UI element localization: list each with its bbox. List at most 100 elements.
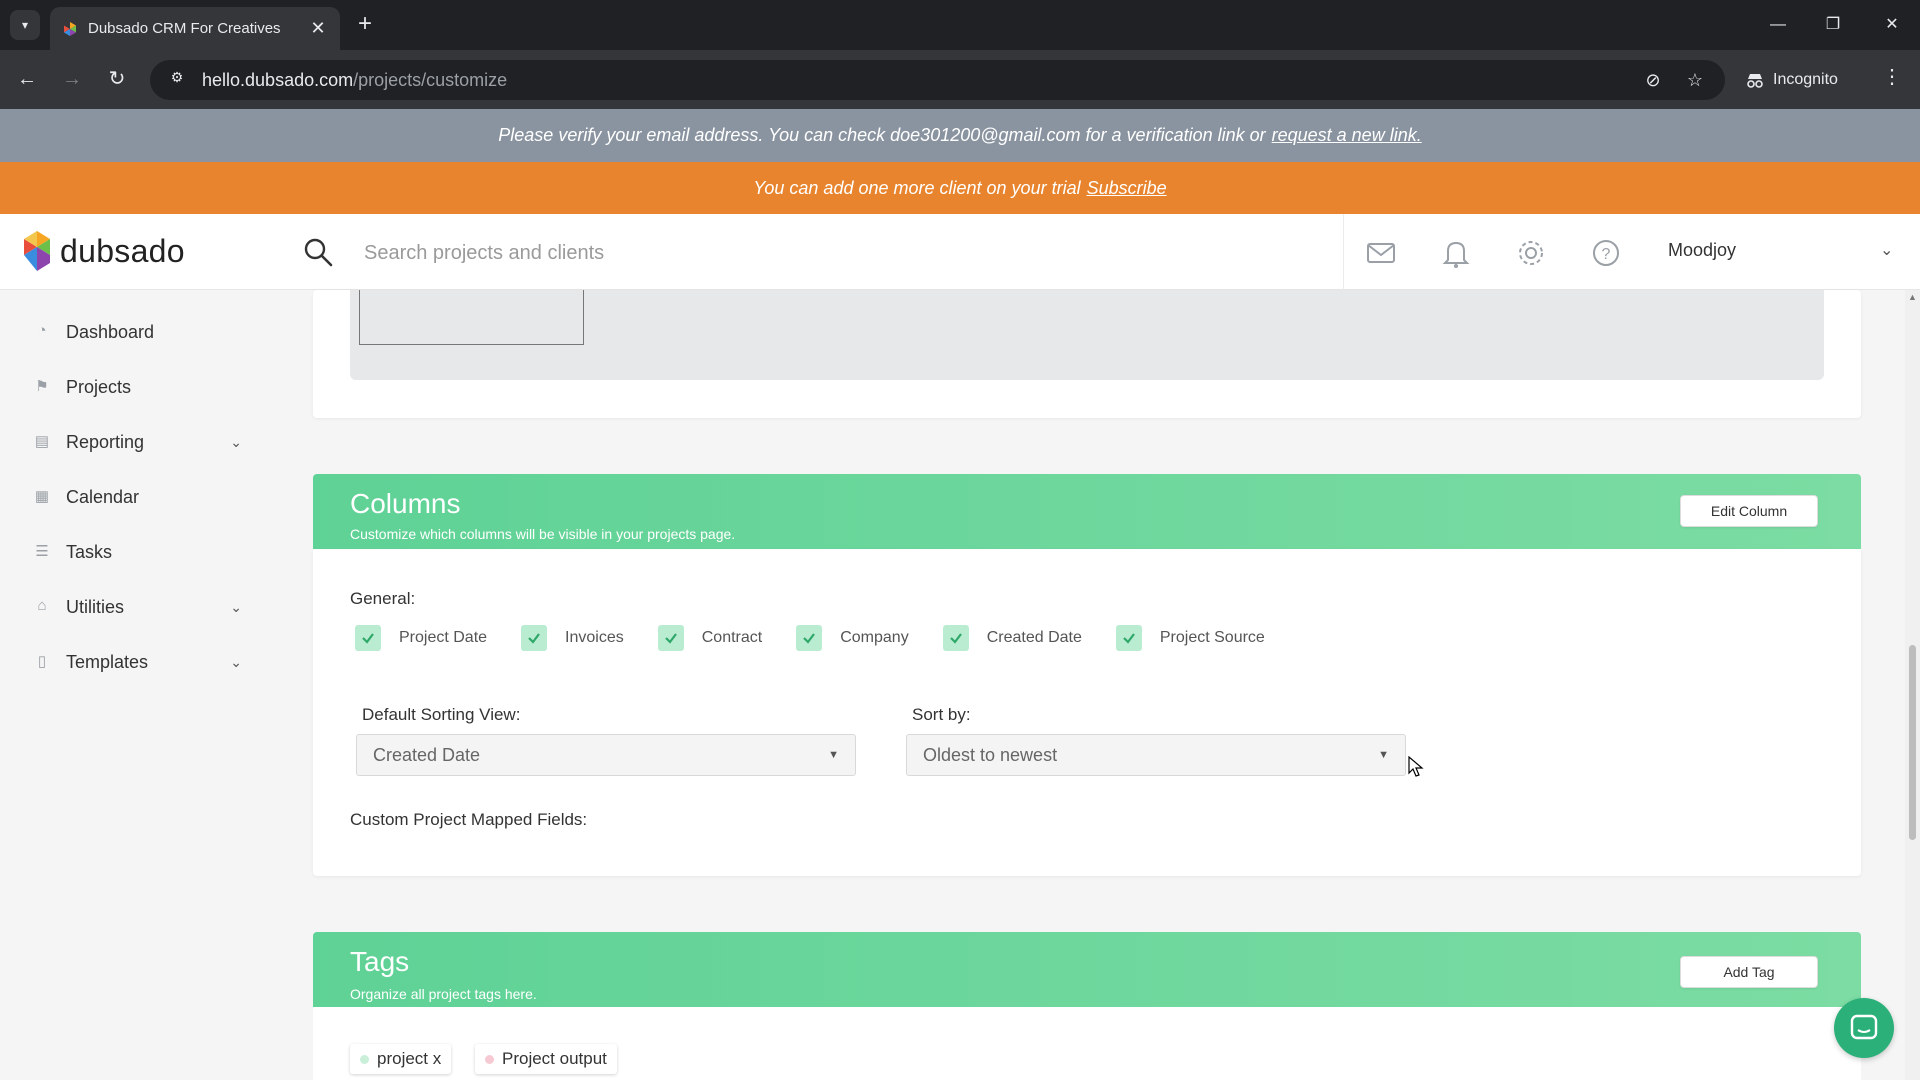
- reload-icon[interactable]: ↻: [100, 62, 134, 96]
- check-icon[interactable]: [355, 625, 381, 651]
- columns-title: Columns: [350, 488, 461, 519]
- tab-title: Dubsado CRM For Creatives: [88, 20, 281, 37]
- default-sorting-value: Created Date: [373, 744, 481, 765]
- request-new-link[interactable]: request a new link.: [1272, 125, 1422, 146]
- sidebar-item-label: Utilities: [66, 596, 125, 617]
- trial-banner: You can add one more client on your tria…: [0, 162, 1920, 214]
- add-tag-button[interactable]: Add Tag: [1680, 956, 1818, 988]
- sidebar-item-label: Calendar: [66, 486, 140, 507]
- tags-subtitle: Organize all project tags here.: [350, 986, 537, 1002]
- logo-text: dubsado: [60, 232, 185, 269]
- tags-title: Tags: [350, 946, 410, 977]
- tag-color-dot: [360, 1054, 369, 1064]
- chat-launcher-button[interactable]: [1834, 998, 1894, 1058]
- new-tab-button[interactable]: +: [352, 12, 378, 38]
- checkbox-project-date[interactable]: Project Date: [355, 625, 487, 651]
- checkbox-label: Company: [840, 629, 909, 646]
- reporting-icon: ▤: [34, 433, 50, 450]
- tasks-icon: ☰: [35, 543, 49, 560]
- sidebar-item-templates[interactable]: ▯ Templates ⌄: [0, 640, 290, 684]
- check-icon[interactable]: [521, 625, 548, 651]
- column-checkbox-row: Project Date Invoices Contract Company C…: [355, 624, 1299, 652]
- dubsado-favicon-icon: [64, 21, 76, 36]
- checkbox-company[interactable]: Company: [796, 625, 909, 651]
- sort-by-value: Oldest to newest: [923, 744, 1058, 765]
- dubsado-logo-icon: [24, 231, 50, 271]
- general-label: General:: [350, 589, 416, 608]
- dashboard-icon: ◔: [37, 322, 47, 339]
- sidebar-item-tasks[interactable]: ☰ Tasks: [0, 530, 290, 574]
- trial-text: You can add one more client on your tria…: [753, 177, 1081, 198]
- gear-icon[interactable]: [1514, 236, 1548, 270]
- sidebar-item-label: Reporting: [66, 431, 145, 452]
- search-input[interactable]: [364, 236, 1324, 270]
- chrome-menu-icon[interactable]: ⋮: [1880, 64, 1904, 94]
- sidebar-item-calendar[interactable]: ▦ Calendar: [0, 475, 290, 519]
- tab-list-button[interactable]: ▾: [10, 10, 40, 40]
- projects-icon: ⚑: [35, 378, 49, 395]
- window-close-button[interactable]: ✕: [1872, 12, 1912, 38]
- tab-close-icon[interactable]: ✕: [308, 18, 328, 39]
- bookmark-star-icon[interactable]: ☆: [1681, 70, 1709, 91]
- incognito-indicator[interactable]: Incognito: [1745, 62, 1855, 98]
- restore-button[interactable]: ❐: [1813, 12, 1853, 38]
- sidebar-item-projects[interactable]: ⚑ Projects: [0, 365, 290, 409]
- mouse-cursor-icon: [1408, 756, 1424, 777]
- user-name[interactable]: Moodjoy: [1668, 240, 1736, 261]
- dubsado-logo[interactable]: dubsado: [22, 227, 185, 275]
- columns-subtitle: Customize which columns will be visible …: [350, 526, 736, 542]
- tag-color-dot: [485, 1054, 494, 1064]
- browser-tab[interactable]: Dubsado CRM For Creatives ✕: [50, 7, 340, 50]
- default-sorting-select[interactable]: Created Date ▼: [356, 734, 856, 776]
- help-icon[interactable]: ?: [1589, 236, 1623, 270]
- forward-icon[interactable]: →: [55, 62, 89, 96]
- checkbox-label: Created Date: [986, 629, 1082, 646]
- address-bar[interactable]: ⚙ hello.dubsado.com/projects/customize ⊘…: [150, 60, 1725, 100]
- back-icon[interactable]: ←: [10, 62, 44, 96]
- sidebar-item-reporting[interactable]: ▤ Reporting ⌄: [0, 420, 290, 464]
- utilities-icon: ⌂: [37, 597, 47, 614]
- subscribe-link[interactable]: Subscribe: [1087, 178, 1167, 199]
- verify-text: Please verify your email address. You ca…: [498, 125, 1266, 145]
- check-icon[interactable]: [942, 625, 969, 651]
- sort-by-label: Sort by:: [912, 705, 971, 724]
- scroll-up-arrow-icon[interactable]: ▲: [1905, 292, 1920, 306]
- custom-fields-label: Custom Project Mapped Fields:: [350, 810, 588, 829]
- site-info-icon[interactable]: ⚙: [166, 69, 188, 91]
- tag-label: Project output: [502, 1049, 607, 1068]
- edit-column-button[interactable]: Edit Column: [1680, 495, 1818, 527]
- checkbox-invoices[interactable]: Invoices: [521, 625, 624, 651]
- tag-label: project x: [377, 1049, 442, 1068]
- checkbox-label: Invoices: [565, 629, 624, 646]
- default-sorting-label: Default Sorting View:: [362, 705, 521, 724]
- tag-chip[interactable]: project x: [350, 1044, 452, 1074]
- sidebar-item-dashboard[interactable]: ◔ Dashboard: [0, 310, 290, 354]
- checkbox-contract[interactable]: Contract: [657, 625, 763, 651]
- chevron-down-icon[interactable]: ⌄: [1880, 240, 1893, 260]
- templates-icon: ▯: [37, 653, 47, 670]
- checkbox-project-source[interactable]: Project Source: [1115, 625, 1265, 651]
- check-icon[interactable]: [796, 625, 823, 651]
- mail-icon[interactable]: [1364, 236, 1398, 270]
- sidebar-item-label: Dashboard: [66, 321, 155, 342]
- chevron-down-icon[interactable]: ⌄: [230, 654, 242, 671]
- caret-down-icon: ▼: [1378, 749, 1389, 761]
- url-text[interactable]: hello.dubsado.com/projects/customize: [202, 70, 1625, 91]
- check-icon[interactable]: [657, 625, 684, 651]
- checkbox-created-date[interactable]: Created Date: [942, 625, 1082, 651]
- scrollbar-thumb[interactable]: [1909, 645, 1916, 840]
- minimize-button[interactable]: —: [1758, 12, 1798, 38]
- search-icon[interactable]: [302, 236, 334, 268]
- eye-off-icon[interactable]: ⊘: [1639, 70, 1667, 91]
- sidebar-item-label: Tasks: [66, 541, 113, 562]
- checkbox-label: Contract: [701, 629, 763, 646]
- checkbox-label: Project Source: [1159, 629, 1265, 646]
- sidebar-item-utilities[interactable]: ⌂ Utilities ⌄: [0, 585, 290, 629]
- check-icon[interactable]: [1115, 625, 1142, 651]
- chevron-down-icon[interactable]: ⌄: [230, 599, 242, 616]
- tag-chip[interactable]: Project output: [475, 1044, 617, 1074]
- bell-icon[interactable]: [1439, 236, 1473, 270]
- sort-by-select[interactable]: Oldest to newest ▼: [906, 734, 1406, 776]
- preview-box: [359, 290, 584, 345]
- chevron-down-icon[interactable]: ⌄: [230, 434, 242, 451]
